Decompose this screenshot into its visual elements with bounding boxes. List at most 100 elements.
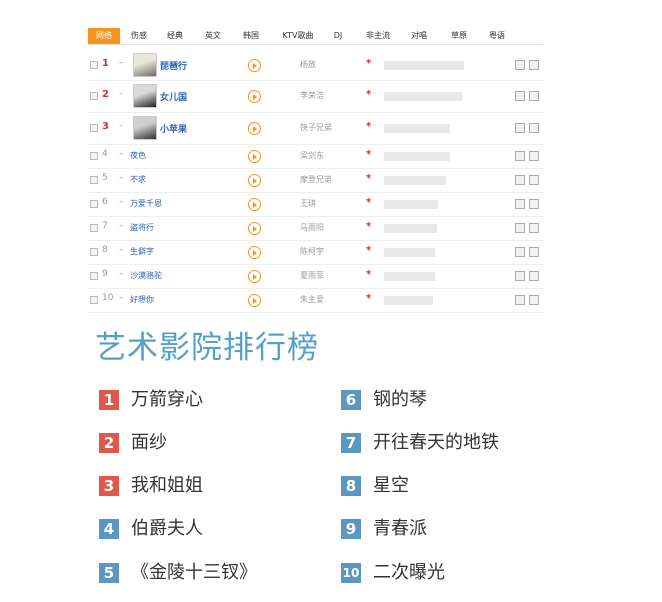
album-thumbnail[interactable]	[133, 116, 157, 140]
play-song-icon[interactable]	[515, 175, 525, 185]
movie-title[interactable]: 《金陵十三钗》	[131, 561, 257, 585]
play-icon[interactable]	[248, 122, 261, 135]
add-to-list-icon[interactable]	[529, 199, 539, 209]
ranking-item[interactable]: 8 星空	[341, 474, 561, 496]
play-icon[interactable]	[248, 294, 261, 307]
ranking-item[interactable]: 6 钢的琴	[341, 388, 561, 410]
ranking-item[interactable]: 3 我和姐姐	[99, 474, 319, 496]
tab-7[interactable]: 非主流	[358, 28, 398, 44]
song-title[interactable]: 沙漠骆驼	[130, 270, 162, 281]
play-icon[interactable]	[248, 59, 261, 72]
song-title[interactable]: 夜色	[130, 150, 146, 161]
add-to-list-icon[interactable]	[529, 60, 539, 70]
song-title[interactable]: 盗将行	[130, 222, 154, 233]
rank-badge: 7	[341, 433, 361, 453]
artist-name[interactable]: 马雨阳	[300, 222, 324, 233]
song-title[interactable]: 生僻字	[130, 246, 154, 257]
movie-title[interactable]: 面纱	[131, 431, 167, 455]
artist-name[interactable]: 杨放	[300, 59, 316, 70]
movie-title[interactable]: 我和姐姐	[131, 474, 203, 498]
song-title[interactable]: 小苹果	[160, 122, 187, 135]
song-title[interactable]: 万爱千恩	[130, 198, 162, 209]
tab-3[interactable]: 英文	[198, 28, 228, 44]
movie-title[interactable]: 青春派	[373, 517, 427, 541]
tab-6[interactable]: DJ	[326, 28, 350, 44]
movie-title[interactable]: 伯爵夫人	[131, 517, 203, 541]
rank-badge: 1	[99, 390, 119, 410]
tab-5[interactable]: KTV歌曲	[274, 28, 322, 44]
ranking-item[interactable]: 10 二次曝光	[341, 561, 561, 583]
checkbox[interactable]	[90, 296, 98, 304]
checkbox[interactable]	[90, 248, 98, 256]
song-title[interactable]: 好想你	[130, 294, 154, 305]
ranking-item[interactable]: 7 开往春天的地铁	[341, 431, 561, 453]
star-icon: *	[366, 221, 372, 232]
add-to-list-icon[interactable]	[529, 271, 539, 281]
artist-name[interactable]: 朱主爱	[300, 294, 324, 305]
artist-name[interactable]: 李荣浩	[300, 90, 324, 101]
checkbox[interactable]	[90, 224, 98, 232]
ranking-item[interactable]: 5 《金陵十三钗》	[99, 561, 319, 583]
artist-name[interactable]: 王琪	[300, 198, 316, 209]
add-to-list-icon[interactable]	[529, 175, 539, 185]
play-song-icon[interactable]	[515, 199, 525, 209]
add-to-list-icon[interactable]	[529, 295, 539, 305]
rank-badge: 2	[99, 433, 119, 453]
play-song-icon[interactable]	[515, 151, 525, 161]
add-to-list-icon[interactable]	[529, 91, 539, 101]
checkbox[interactable]	[90, 61, 98, 69]
artist-name[interactable]: 夏雨菲	[300, 270, 324, 281]
movie-title[interactable]: 万箭穿心	[131, 388, 203, 412]
tab-4[interactable]: 韩国	[236, 28, 266, 44]
ranking-item[interactable]: 1 万箭穿心	[99, 388, 319, 410]
album-thumbnail[interactable]	[133, 84, 157, 108]
checkbox[interactable]	[90, 176, 98, 184]
add-to-list-icon[interactable]	[529, 247, 539, 257]
tab-1[interactable]: 伤感	[124, 28, 154, 44]
checkbox[interactable]	[90, 152, 98, 160]
play-song-icon[interactable]	[515, 271, 525, 281]
play-icon[interactable]	[248, 222, 261, 235]
tab-8[interactable]: 对唱	[402, 28, 436, 44]
tab-0[interactable]: 网络	[88, 28, 120, 44]
add-to-list-icon[interactable]	[529, 151, 539, 161]
movie-title[interactable]: 二次曝光	[373, 561, 445, 585]
checkbox[interactable]	[90, 124, 98, 132]
popularity-bar	[384, 124, 450, 133]
play-song-icon[interactable]	[515, 123, 525, 133]
song-title[interactable]: 不求	[130, 174, 146, 185]
play-icon[interactable]	[248, 90, 261, 103]
tab-2[interactable]: 经典	[160, 28, 190, 44]
movie-title[interactable]: 星空	[373, 474, 409, 498]
album-thumbnail[interactable]	[133, 53, 157, 77]
movie-title[interactable]: 钢的琴	[373, 388, 427, 412]
checkbox[interactable]	[90, 200, 98, 208]
ranking-item[interactable]: 2 面纱	[99, 431, 319, 453]
play-icon[interactable]	[248, 198, 261, 211]
add-to-list-icon[interactable]	[529, 123, 539, 133]
song-title[interactable]: 女儿国	[160, 90, 187, 103]
play-icon[interactable]	[248, 174, 261, 187]
artist-name[interactable]: 陈柯宇	[300, 246, 324, 257]
play-icon[interactable]	[248, 150, 261, 163]
rank-number: 5	[102, 173, 108, 183]
play-song-icon[interactable]	[515, 295, 525, 305]
play-song-icon[interactable]	[515, 247, 525, 257]
play-song-icon[interactable]	[515, 223, 525, 233]
tab-9[interactable]: 草原	[442, 28, 476, 44]
play-icon[interactable]	[248, 246, 261, 259]
artist-name[interactable]: 摩登兄弟	[300, 174, 332, 185]
artist-name[interactable]: 筷子兄弟	[300, 122, 332, 133]
artist-name[interactable]: 梁剑东	[300, 150, 324, 161]
checkbox[interactable]	[90, 272, 98, 280]
song-title[interactable]: 琵琶行	[160, 59, 187, 72]
tab-10[interactable]: 粤语	[480, 28, 514, 44]
movie-title[interactable]: 开往春天的地铁	[373, 431, 499, 455]
checkbox[interactable]	[90, 92, 98, 100]
play-song-icon[interactable]	[515, 91, 525, 101]
play-song-icon[interactable]	[515, 60, 525, 70]
ranking-item[interactable]: 9 青春派	[341, 517, 561, 539]
play-icon[interactable]	[248, 270, 261, 283]
ranking-item[interactable]: 4 伯爵夫人	[99, 517, 319, 539]
add-to-list-icon[interactable]	[529, 223, 539, 233]
